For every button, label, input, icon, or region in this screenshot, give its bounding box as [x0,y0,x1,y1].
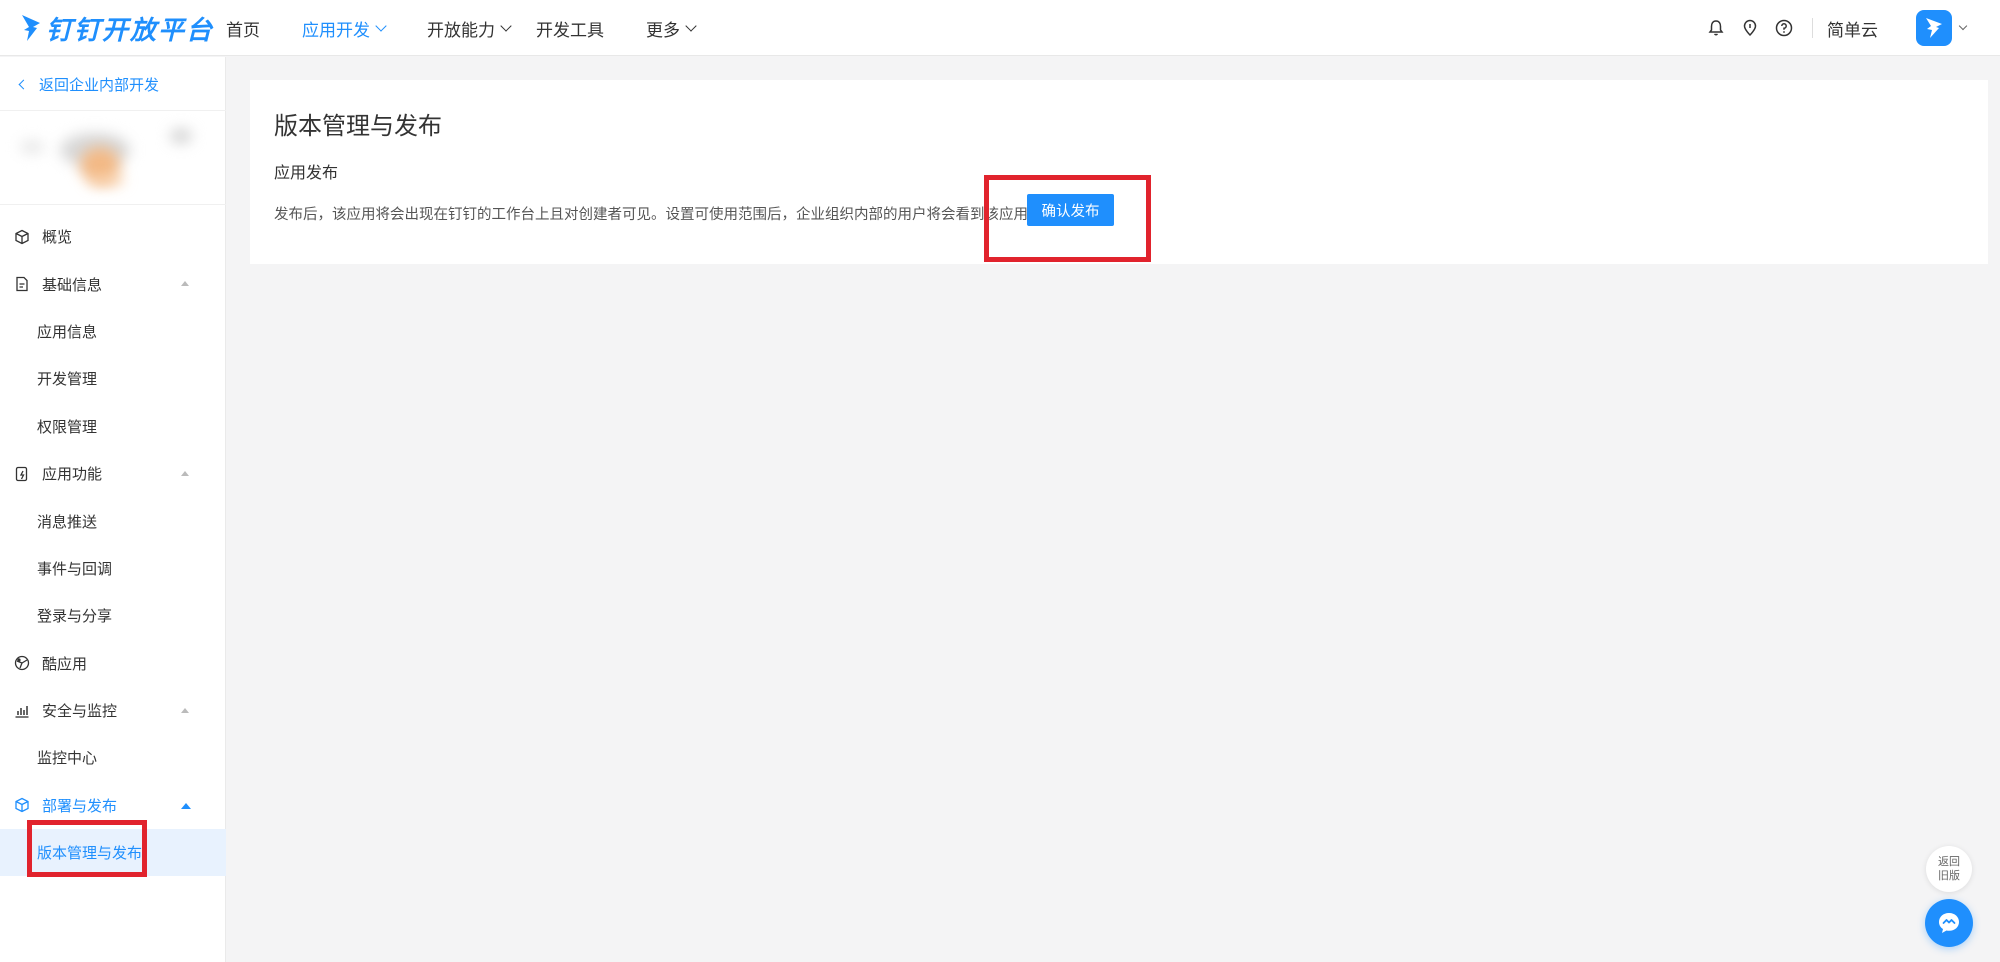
sidebar-item-permission-management[interactable]: 权限管理 [0,403,226,450]
sidebar-item-label: 部署与发布 [42,797,118,815]
nav-more[interactable]: 更多 [646,16,697,41]
section-title: 应用发布 [274,165,339,182]
return-old-version-label: 返回旧版 [1938,856,1960,882]
return-old-version-button[interactable]: 返回旧版 [1926,846,1972,892]
sidebar-item-security-monitoring[interactable]: 安全与监控 [0,687,226,734]
nav-more-label: 更多 [646,20,680,40]
deploy-icon [14,797,30,813]
sidebar-item-basic-info[interactable]: 基础信息 [0,260,226,307]
sidebar-item-label: 安全与监控 [42,703,118,721]
chevron-down-icon [685,19,697,32]
sidebar-item-label: 事件与回调 [37,560,113,578]
sidebar-item-app-functions[interactable]: 应用功能 [0,450,226,497]
sidebar-item-label: 消息推送 [37,513,98,531]
top-navbar: 钉钉开放平台 首页 应用开发 开放能力 开发工具 更多 简单云 [0,0,2000,56]
sidebar-menu: 概览 基础信息 应用信息 开发管理 权限管理 应用功能 消息推送 事件与回调 登… [0,213,226,877]
sidebar-item-label: 应用功能 [42,466,103,484]
location-icon[interactable] [1740,18,1760,38]
sidebar-item-monitoring-center[interactable]: 监控中心 [0,734,226,781]
nav-dev-tools[interactable]: 开发工具 [536,16,604,41]
nav-home[interactable]: 首页 [226,16,260,41]
header-actions: 简单云 [1706,0,2000,56]
document-icon [14,276,30,292]
chat-assistant-button[interactable] [1925,899,1973,947]
sidebar-item-dev-management[interactable]: 开发管理 [0,355,226,402]
sidebar-item-label: 应用信息 [37,323,98,341]
avatar[interactable] [1916,10,1952,46]
back-link-label: 返回企业内部开发 [39,77,160,94]
nav-home-label: 首页 [226,20,260,40]
sidebar-item-label: 监控中心 [37,750,98,768]
caret-up-icon [181,802,191,809]
highlight-box-sidebar [27,820,147,877]
sidebar-item-overview[interactable]: 概览 [0,213,226,260]
chevron-down-icon [500,19,512,32]
sidebar-item-label: 酷应用 [42,655,88,673]
caret-up-icon [181,470,189,476]
highlight-box-confirm [984,175,1151,262]
sidebar-item-label: 登录与分享 [37,608,113,626]
caret-up-icon [181,281,189,287]
main-nav: 首页 应用开发 开放能力 开发工具 更多 [226,0,737,56]
publish-description: 发布后，该应用将会出现在钉钉的工作台上且对创建者可见。设置可使用范围后，企业组织… [274,207,1043,223]
bar-chart-icon [14,703,30,719]
avatar-chevron-down-icon[interactable] [1958,21,1968,31]
sidebar-item-label: 权限管理 [37,418,98,436]
header-divider [1812,18,1813,38]
nav-app-dev[interactable]: 应用开发 [302,16,387,41]
dingtalk-logo-icon [22,15,40,41]
chat-icon [1939,913,1959,933]
chevron-down-icon [375,19,387,32]
sidebar-item-label: 概览 [42,229,73,247]
sidebar-item-cool-app[interactable]: 酷应用 [0,640,226,687]
sidebar-item-message-push[interactable]: 消息推送 [0,497,226,544]
caret-up-icon [181,707,189,713]
nav-open-capability-label: 开放能力 [427,20,495,40]
app-function-icon [14,466,30,482]
sidebar-item-events-callbacks[interactable]: 事件与回调 [0,545,226,592]
page-title: 版本管理与发布 [274,113,442,140]
sidebar-item-login-share[interactable]: 登录与分享 [0,592,226,639]
help-icon[interactable] [1774,18,1794,38]
cube-icon [14,229,30,245]
nav-dev-tools-label: 开发工具 [536,20,604,40]
brand-name: 钉钉开放平台 [46,14,215,45]
nav-app-dev-label: 应用开发 [302,20,370,40]
chevron-left-icon [18,79,29,90]
dingtalk-avatar-icon [1926,18,1942,38]
nav-open-capability[interactable]: 开放能力 [427,16,512,41]
user-name[interactable]: 简单云 [1827,16,1878,41]
back-link[interactable]: 返回企业内部开发 [18,74,160,95]
sidebar-item-label: 基础信息 [42,276,103,294]
bell-icon[interactable] [1706,18,1726,38]
app-thumbnail [0,110,226,205]
cool-app-icon [14,655,30,671]
sidebar-item-label: 开发管理 [37,371,98,389]
sidebar-item-app-info[interactable]: 应用信息 [0,308,226,355]
brand-logo[interactable]: 钉钉开放平台 [20,8,214,48]
